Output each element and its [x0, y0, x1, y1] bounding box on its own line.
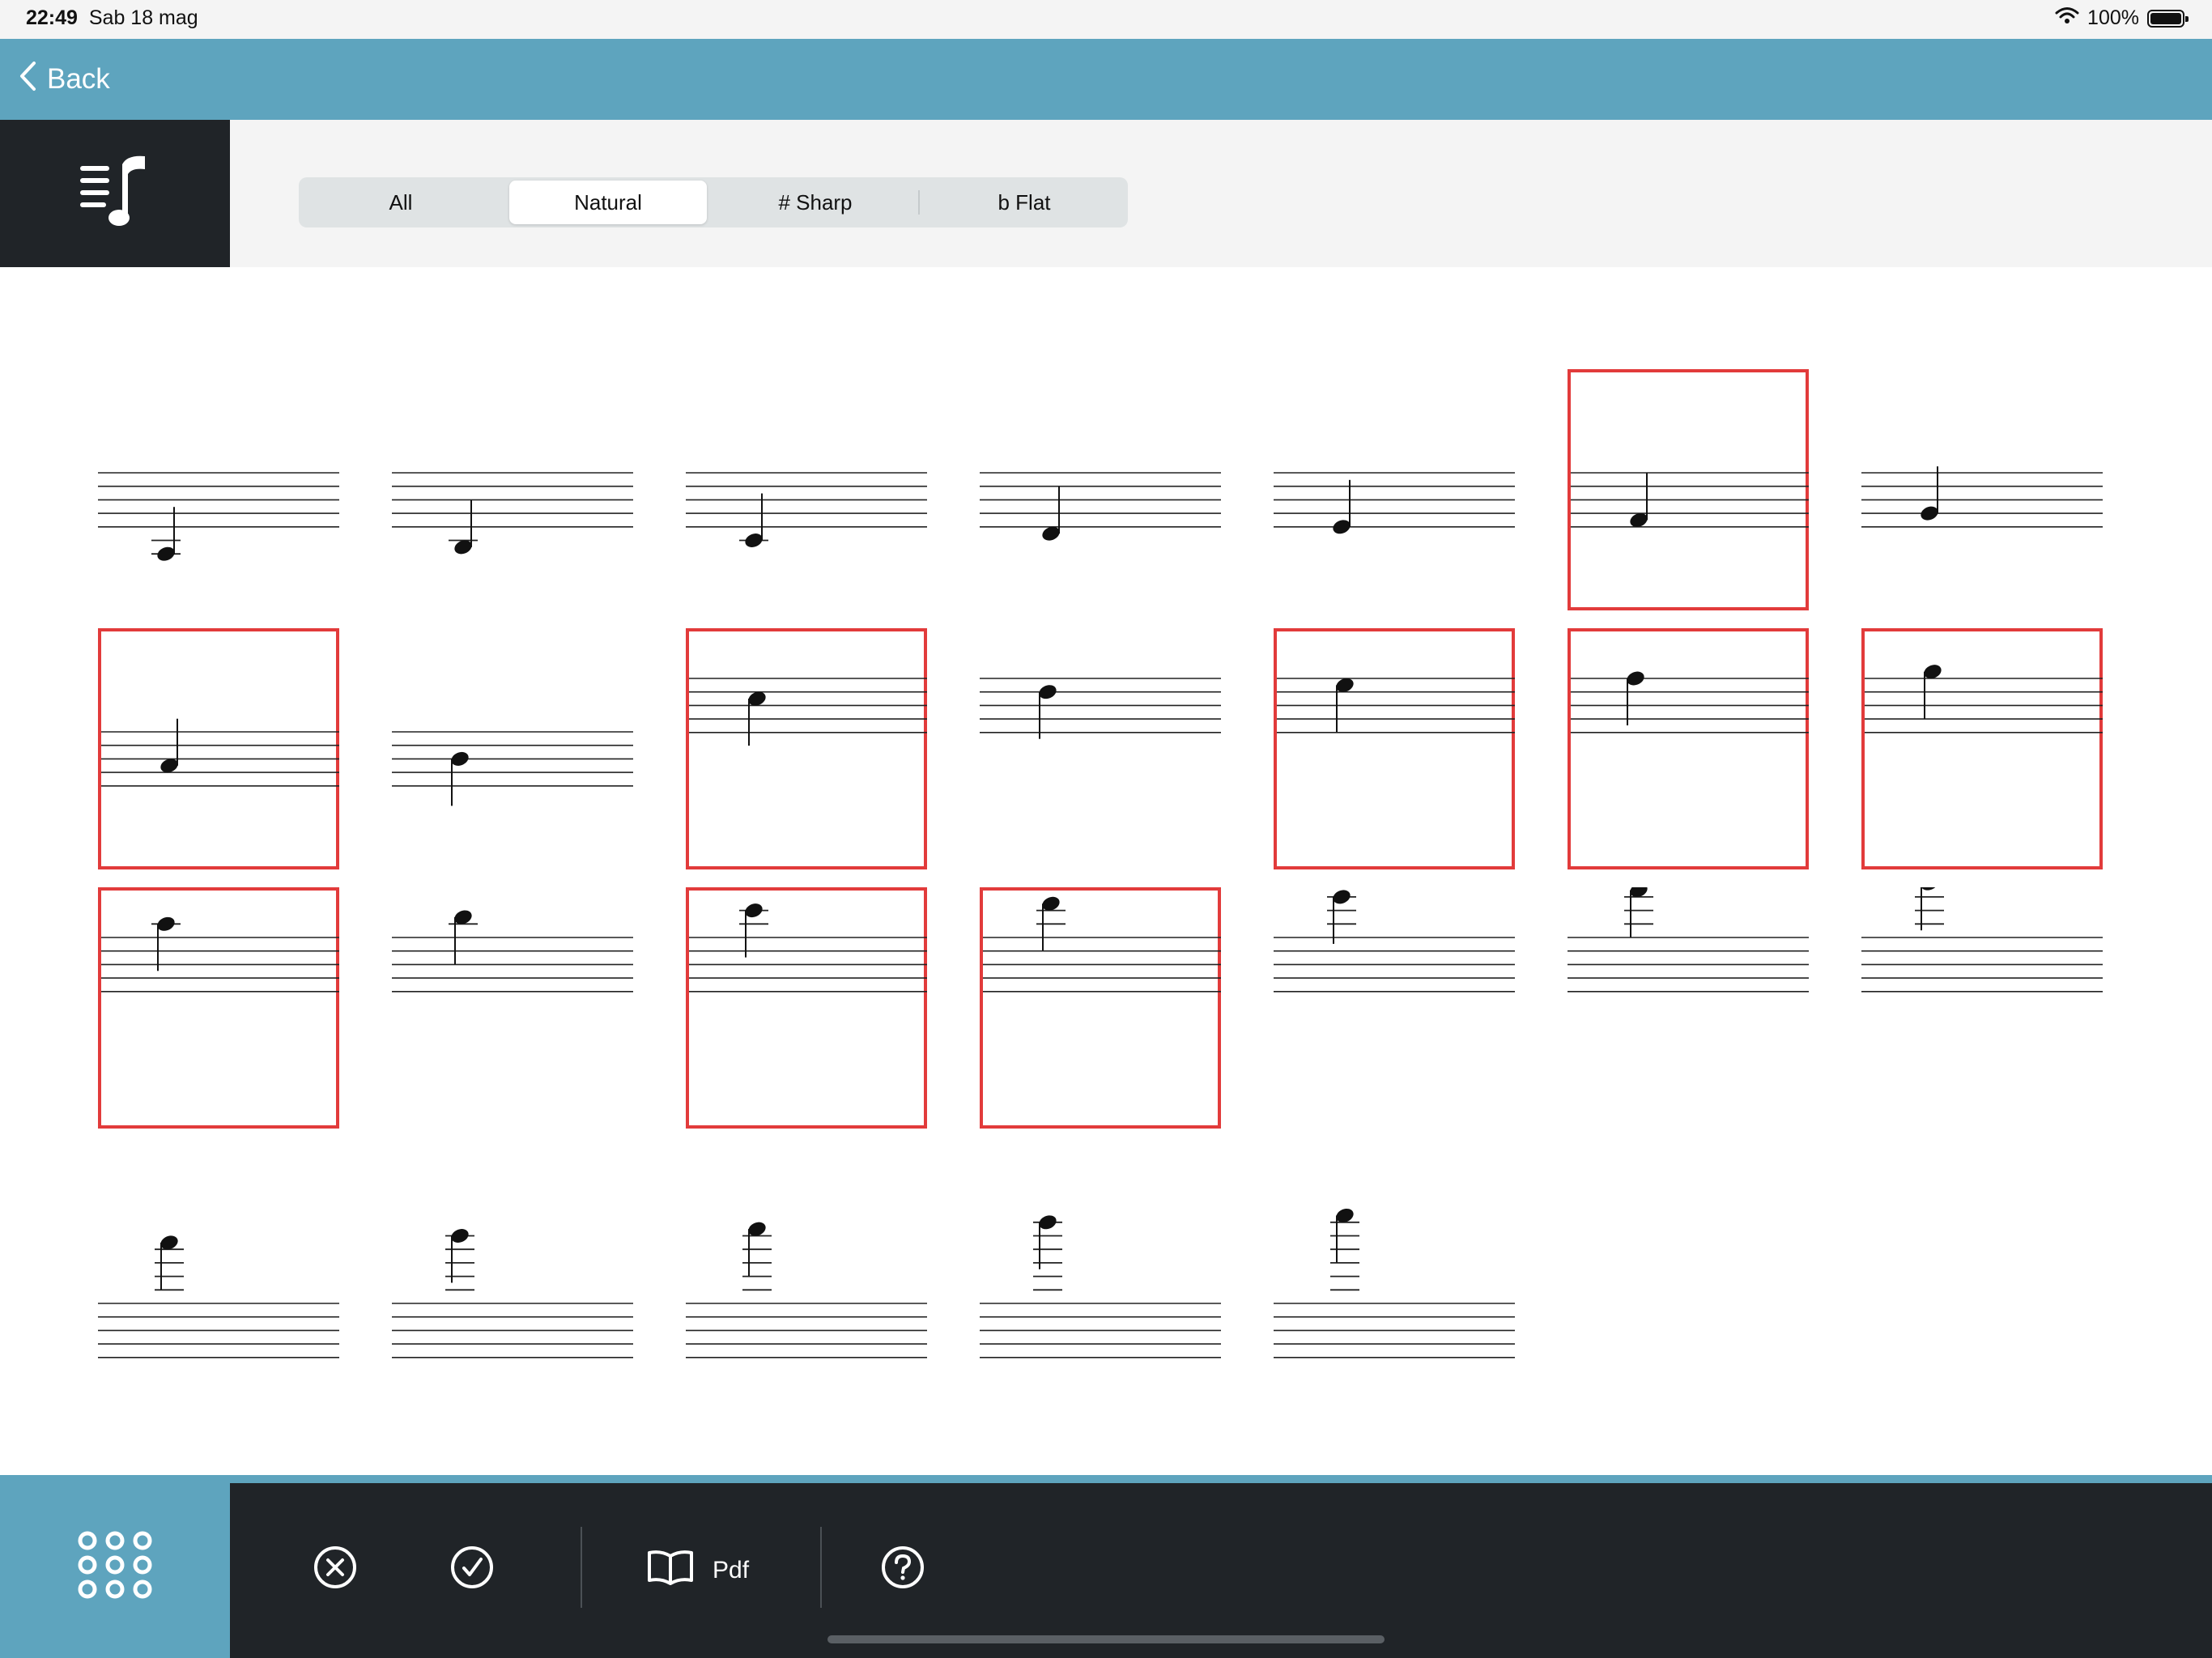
- staff-graphic: [101, 718, 339, 787]
- staff-graphic: [686, 1222, 927, 1358]
- staff-graphic: [98, 1235, 339, 1358]
- toolbar-divider: [581, 1527, 582, 1608]
- note-grid: [0, 267, 2212, 1475]
- help-button[interactable]: [877, 1545, 929, 1596]
- book-icon: [646, 1548, 695, 1593]
- note-cell[interactable]: [1274, 369, 1515, 610]
- note-cell[interactable]: [980, 369, 1221, 610]
- note-cell[interactable]: [980, 628, 1221, 869]
- pdf-button[interactable]: Pdf: [646, 1545, 749, 1596]
- segment-flat[interactable]: b Flat: [925, 181, 1123, 224]
- wifi-icon: [2055, 6, 2079, 30]
- note-cell[interactable]: [392, 1146, 633, 1388]
- segment-sharp[interactable]: # Sharp: [717, 181, 914, 224]
- segment-all[interactable]: All: [302, 181, 500, 224]
- pdf-label: Pdf: [713, 1557, 750, 1584]
- note-cell[interactable]: [686, 887, 927, 1129]
- note-cell[interactable]: [686, 1146, 927, 1388]
- keypad-icon: [76, 1529, 154, 1605]
- note-cell[interactable]: [392, 628, 633, 869]
- toolbar-divider: [820, 1527, 822, 1608]
- note-filter-segmented-control: All Natural # Sharp b Flat: [299, 177, 1128, 227]
- staff-graphic: [1571, 472, 1809, 528]
- staff-graphic: [689, 903, 927, 993]
- staff-graphic: [1277, 678, 1515, 733]
- note-cell[interactable]: [1861, 369, 2103, 610]
- staff-graphic: [686, 472, 927, 547]
- battery-icon: [2147, 9, 2189, 28]
- segment-divider: [918, 190, 920, 215]
- note-cell[interactable]: [1568, 887, 1809, 1129]
- staff-graphic: [980, 1215, 1221, 1358]
- staff-graphic: [1861, 466, 2103, 528]
- confirm-button[interactable]: [446, 1545, 498, 1596]
- staff-graphic: [1865, 665, 2103, 733]
- staff-graphic: [98, 472, 339, 561]
- staff-graphic: [1861, 887, 2103, 993]
- note-cell[interactable]: [686, 369, 927, 610]
- note-cell[interactable]: [1274, 1146, 1515, 1388]
- note-cell[interactable]: [98, 369, 339, 610]
- staff-graphic: [392, 731, 633, 806]
- filter-toolbar: All Natural # Sharp b Flat: [0, 120, 2212, 267]
- staff-graphic: [689, 678, 927, 746]
- note-cell[interactable]: [1568, 369, 1809, 610]
- question-circle-icon: [877, 1541, 929, 1600]
- staff-graphic: [980, 678, 1221, 739]
- status-bar: 22:49 Sab 18 mag 100%: [0, 0, 2212, 39]
- nav-bar: Back: [0, 39, 2212, 120]
- chevron-left-icon: [18, 61, 37, 99]
- note-cell[interactable]: [980, 1146, 1221, 1388]
- clear-button[interactable]: [309, 1545, 361, 1596]
- note-cell[interactable]: [980, 887, 1221, 1129]
- note-cell[interactable]: [1861, 887, 2103, 1129]
- back-button[interactable]: Back: [18, 60, 110, 99]
- note-cell[interactable]: [1274, 887, 1515, 1129]
- note-cell[interactable]: [98, 887, 339, 1129]
- keypad-button[interactable]: [0, 1475, 230, 1658]
- staff-graphic: [983, 896, 1221, 993]
- staff-graphic: [101, 916, 339, 993]
- staff-graphic: [392, 472, 633, 555]
- back-label: Back: [47, 63, 110, 95]
- note-cell[interactable]: [1861, 628, 2103, 869]
- staff-graphic: [1274, 890, 1515, 993]
- circle-x-icon: [309, 1541, 361, 1600]
- status-time: 22:49 Sab 18 mag: [26, 6, 198, 30]
- home-indicator: [827, 1635, 1385, 1643]
- note-cell[interactable]: [392, 887, 633, 1129]
- note-cell[interactable]: [1274, 628, 1515, 869]
- note-cell[interactable]: [1568, 628, 1809, 869]
- status-date: Sab 18 mag: [88, 6, 198, 29]
- staff-graphic: [1571, 671, 1809, 733]
- note-cell[interactable]: [98, 1146, 339, 1388]
- staff-graphic: [980, 472, 1221, 541]
- staff-graphic: [1568, 887, 1809, 993]
- music-list-icon: [79, 153, 151, 235]
- status-clock: 22:49: [26, 6, 78, 29]
- circle-check-icon: [446, 1541, 498, 1600]
- staff-graphic: [1274, 1208, 1515, 1358]
- staff-graphic: [1274, 472, 1515, 534]
- staff-graphic: [392, 1229, 633, 1358]
- status-indicators: 100%: [2055, 6, 2189, 30]
- bottom-accent-line: [0, 1475, 2212, 1483]
- segment-natural[interactable]: Natural: [509, 181, 707, 224]
- note-cell[interactable]: [98, 628, 339, 869]
- note-cell[interactable]: [392, 369, 633, 610]
- note-cell[interactable]: [686, 628, 927, 869]
- staff-graphic: [392, 910, 633, 993]
- app-logo: [0, 120, 230, 267]
- battery-percent: 100%: [2087, 6, 2139, 29]
